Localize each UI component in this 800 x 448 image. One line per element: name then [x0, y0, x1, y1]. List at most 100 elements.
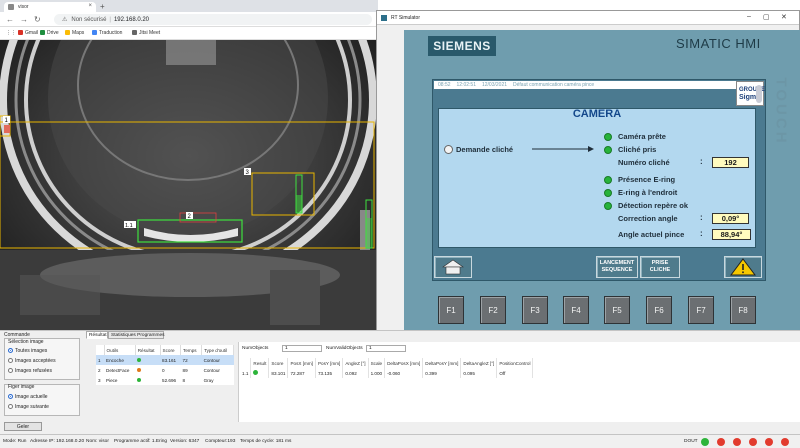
- status-led-icon: [137, 367, 142, 372]
- dout-led-icon: [701, 438, 709, 446]
- radio-images-refusees[interactable]: Images refusées: [8, 368, 52, 374]
- angle-actuel-label: Angle actuel pince: [618, 230, 685, 239]
- correction-angle-value: 0,09°: [712, 213, 749, 224]
- camera-image[interactable]: 1 1.1 2 3: [0, 40, 378, 330]
- browser-window: visor × + ← → ↻ ⚠ Non sécurisé | 192.168.0.…: [0, 0, 378, 330]
- forward-icon[interactable]: →: [20, 15, 28, 24]
- translate-icon: [92, 30, 97, 35]
- gmail-icon: [18, 30, 23, 35]
- table-row[interactable]: 1 Encoche 83.161 72 Contour: [96, 355, 234, 365]
- siemens-logo: SIEMENS: [428, 36, 496, 56]
- num-valid-objects-label: NumValidObjects: [326, 346, 363, 351]
- alarm-button[interactable]: [724, 256, 762, 278]
- lancement-sequence-button[interactable]: LANCEMENT SEQUENCE: [596, 256, 638, 278]
- status-mode: Mode: Run: [3, 439, 27, 444]
- minimize-icon[interactable]: –: [747, 13, 751, 20]
- tab-resultat[interactable]: Résultat: [86, 331, 108, 339]
- radio-image-suivante[interactable]: Image suivante: [8, 404, 49, 410]
- results-table: Result Score PosX [mm] PosY [mm] AngleZ …: [240, 358, 534, 378]
- close-window-icon[interactable]: ✕: [781, 13, 787, 21]
- dout-led-icon: [765, 438, 773, 446]
- warning-triangle-icon: [730, 258, 756, 276]
- overlay-label-1-1: 1.1: [125, 223, 133, 229]
- results-table-header: Result Score PosX [mm] PosY [mm] AngleZ …: [240, 358, 534, 368]
- num-objects-value: 1: [282, 345, 322, 352]
- table-row[interactable]: 1.1 83.101 72.287 73.135 0.092 1.000 -0.…: [240, 368, 534, 378]
- warning-icon: ⚠: [62, 17, 68, 23]
- close-tab-icon[interactable]: ×: [88, 3, 92, 9]
- selection-image-title: Sélection image: [8, 339, 44, 345]
- dout-led-icon: [717, 438, 725, 446]
- f2-key[interactable]: F2: [480, 296, 506, 324]
- radio-toutes-images[interactable]: Toutes images: [8, 348, 47, 354]
- num-objects-label: NumObjects: [242, 346, 269, 351]
- home-button[interactable]: [434, 256, 472, 278]
- back-icon[interactable]: ←: [6, 15, 14, 24]
- table-row[interactable]: 3 Piece 52.696 8 Gray: [96, 375, 234, 385]
- bookmark-jitsi[interactable]: Jitsi Meet: [132, 30, 160, 36]
- status-programme: Programme actif: 1.Ering: [114, 439, 168, 444]
- f3-key[interactable]: F3: [522, 296, 548, 324]
- camera-image-svg: 1 1.1 2 3: [0, 40, 378, 330]
- browser-tab[interactable]: visor ×: [4, 2, 96, 12]
- status-bar: Mode: Run Adresse IP: 192.168.0.20 Nom: …: [0, 434, 800, 448]
- detection-label: Détection repère ok: [618, 201, 689, 210]
- tools-table-header: Outils Résultat Score Temps Type d'outil: [96, 345, 234, 355]
- new-tab-icon[interactable]: +: [100, 2, 105, 11]
- url-input[interactable]: ⚠ Non sécurisé | 192.168.0.20: [54, 14, 372, 25]
- dout-led-icon: [749, 438, 757, 446]
- status-temps-cycle: Temps de cycle: 181 ms: [240, 439, 292, 444]
- bookmark-drive[interactable]: Drive: [40, 30, 59, 36]
- f5-key[interactable]: F5: [604, 296, 630, 324]
- dout-led-icon: [733, 438, 741, 446]
- ering-endroit-led: [604, 189, 612, 197]
- tab-statistiques[interactable]: Statistiques Programmes: [108, 331, 165, 339]
- camera-title: CAMERA: [572, 108, 622, 120]
- browser-tab-title: visor: [18, 4, 29, 10]
- bookmark-traduction[interactable]: Traduction: [92, 30, 122, 36]
- presence-ering-led: [604, 176, 612, 184]
- angle-actuel-value: 88,94°: [712, 229, 751, 240]
- numero-cliche-label: Numéro cliché: [618, 158, 670, 167]
- bookmark-maps[interactable]: Maps: [65, 30, 84, 36]
- touch-label: TOUCH: [772, 77, 790, 146]
- demande-cliche-label: Demande cliché: [456, 145, 514, 154]
- url-warning: Non sécurisé: [71, 17, 107, 23]
- radio-image-actuelle[interactable]: Image actuelle: [8, 394, 48, 400]
- browser-tab-bar: visor × +: [0, 0, 378, 12]
- rt-window-title: RT Simulator: [391, 15, 420, 21]
- tools-table: Outils Résultat Score Temps Type d'outil…: [96, 345, 234, 385]
- camera-prete-label: Caméra prête: [618, 132, 666, 141]
- status-led-icon: [137, 377, 142, 382]
- cliche-pris-label: Cliché pris: [618, 145, 657, 154]
- bookmarks-bar: ⋮⋮⋮ Gmail Drive Maps Traduction Jitsi Me…: [0, 27, 378, 40]
- favicon-icon: [8, 4, 14, 10]
- status-led-icon: [137, 357, 142, 362]
- figer-image-title: Figer image: [8, 384, 35, 390]
- simatic-hmi-label: SIMATIC HMI: [676, 36, 761, 51]
- f7-key[interactable]: F7: [688, 296, 714, 324]
- maximize-icon[interactable]: ▢: [763, 13, 770, 21]
- f4-key[interactable]: F4: [563, 296, 589, 324]
- f8-key[interactable]: F8: [730, 296, 756, 324]
- num-valid-objects-value: 1: [366, 345, 406, 352]
- radio-images-acceptees[interactable]: Images acceptées: [8, 358, 56, 364]
- ering-endroit-label: E-ring à l'endroit: [618, 188, 678, 197]
- table-row[interactable]: 2 DetectFace 0 89 Contour: [96, 365, 234, 375]
- address-bar: ← → ↻ ⚠ Non sécurisé | 192.168.0.20: [0, 12, 378, 27]
- arrow-right-icon: [532, 146, 594, 152]
- maps-icon: [65, 30, 70, 35]
- result-led-icon: [253, 370, 259, 375]
- reload-icon[interactable]: ↻: [34, 15, 41, 24]
- bookmark-gmail[interactable]: Gmail: [18, 30, 38, 36]
- demande-cliche-indicator[interactable]: [444, 145, 453, 154]
- prise-cliche-button[interactable]: PRISE CLICHE: [640, 256, 680, 278]
- f1-key[interactable]: F1: [438, 296, 464, 324]
- geler-button[interactable]: Geler: [4, 422, 42, 431]
- groupe-sigma-logo: GROUPE Sigma: [736, 81, 765, 106]
- dout-led-icon: [781, 438, 789, 446]
- drive-icon: [40, 30, 45, 35]
- f6-key[interactable]: F6: [646, 296, 672, 324]
- correction-angle-label: Correction angle: [618, 214, 678, 223]
- alarm-bar[interactable]: 08:52 12:02:51 12/03/2021 Défaut communicat…: [434, 81, 736, 89]
